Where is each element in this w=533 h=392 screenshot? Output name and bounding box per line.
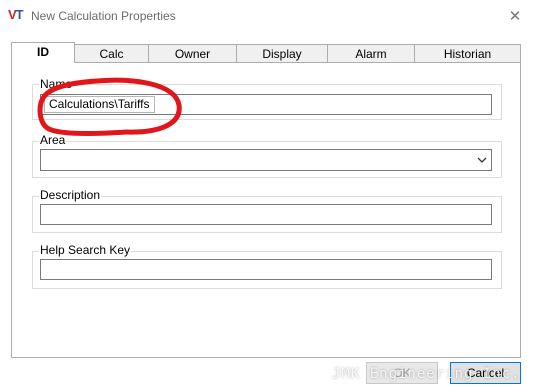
tab-owner[interactable]: Owner bbox=[148, 44, 237, 62]
help-search-key-label: Help Search Key bbox=[39, 243, 132, 257]
close-icon: ✕ bbox=[508, 8, 522, 25]
tab-id[interactable]: ID bbox=[11, 42, 75, 63]
description-field[interactable] bbox=[40, 204, 492, 225]
window-title: New Calculation Properties bbox=[31, 9, 176, 23]
name-label: Name bbox=[39, 77, 74, 91]
tab-calc[interactable]: Calc bbox=[74, 44, 149, 62]
watermark-text: JMK Engineering Inc. bbox=[332, 366, 521, 382]
area-select[interactable] bbox=[40, 149, 492, 171]
app-logo-icon: VT bbox=[8, 7, 24, 22]
area-label: Area bbox=[39, 133, 67, 147]
description-label: Description bbox=[39, 188, 102, 202]
close-button[interactable]: ✕ bbox=[500, 4, 530, 30]
tab-alarm[interactable]: Alarm bbox=[327, 44, 415, 62]
name-field-value: Calculations\Tariffs bbox=[44, 96, 155, 113]
help-search-key-field[interactable] bbox=[40, 259, 492, 280]
tab-display[interactable]: Display bbox=[236, 44, 328, 62]
tab-historian[interactable]: Historian bbox=[414, 44, 521, 62]
name-field[interactable]: Calculations\Tariffs bbox=[40, 94, 492, 115]
title-bar: VT New Calculation Properties ✕ bbox=[0, 0, 533, 34]
chevron-down-icon bbox=[477, 157, 487, 163]
